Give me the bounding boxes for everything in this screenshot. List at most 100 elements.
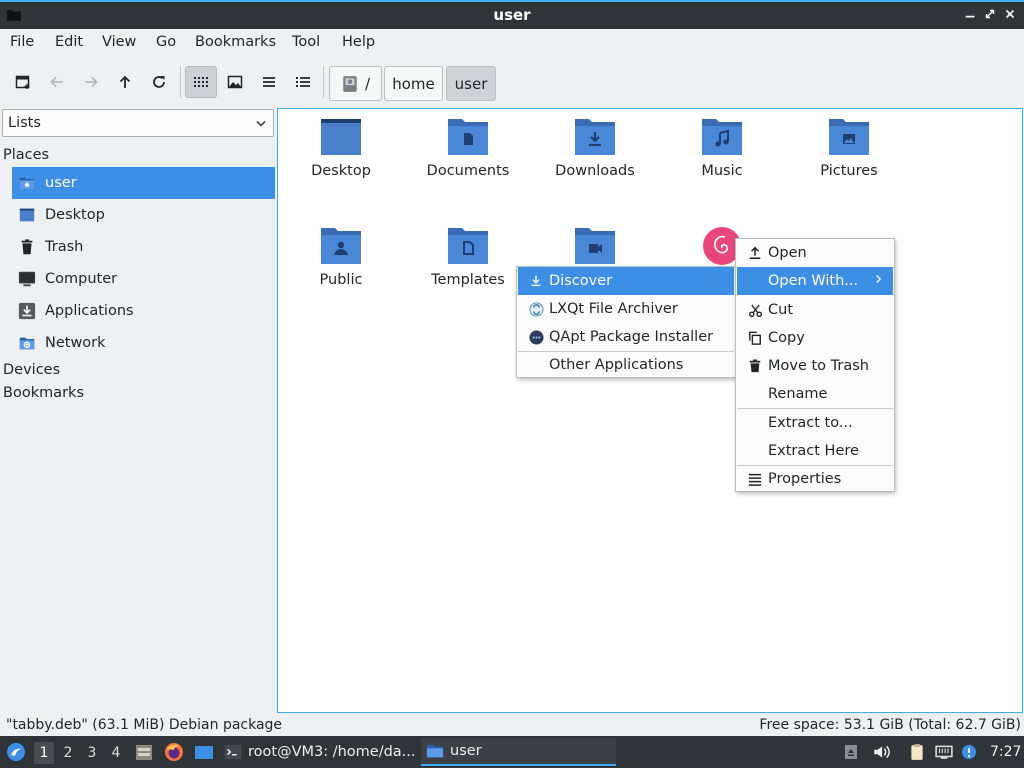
menu-tool[interactable]: Tool	[292, 34, 320, 50]
thumbnail-view-button[interactable]	[219, 66, 251, 98]
network-icon	[935, 745, 953, 759]
bookmarks-header[interactable]: Bookmarks	[3, 385, 84, 401]
eject-icon	[845, 745, 857, 759]
tray-clipboard[interactable]	[908, 736, 926, 768]
file-label: Templates	[431, 272, 505, 288]
app-qapt-package-installer[interactable]: QApt Package Installer	[518, 323, 734, 351]
download-icon	[528, 273, 544, 289]
sidebar-item-applications[interactable]: Applications	[12, 295, 275, 327]
file-item-public[interactable]: Public	[281, 226, 401, 288]
up-button[interactable]	[109, 66, 141, 98]
back-button[interactable]	[41, 66, 73, 98]
file-item-templates[interactable]: Templates	[408, 226, 528, 288]
breadcrumb-home[interactable]: home	[384, 66, 443, 101]
file-item-pictures[interactable]: Pictures	[789, 117, 909, 179]
downloads-folder-icon	[575, 117, 615, 157]
sidebar-item-computer[interactable]: Computer	[12, 263, 275, 295]
open-icon	[747, 245, 763, 261]
sidebar-item-trash[interactable]: Trash	[12, 231, 275, 263]
menu-bookmarks[interactable]: Bookmarks	[195, 34, 276, 50]
menu-item-label: QApt Package Installer	[549, 329, 714, 345]
start-menu-button[interactable]	[6, 736, 26, 768]
breadcrumb-user-label: user	[454, 74, 488, 93]
menu-file[interactable]: File	[10, 34, 34, 50]
tray-updates[interactable]	[961, 736, 977, 768]
desktop-icon	[195, 746, 213, 759]
menu-go[interactable]: Go	[156, 34, 176, 50]
file-label: Downloads	[555, 163, 635, 179]
menu-open[interactable]: Open	[737, 239, 893, 267]
tray-network[interactable]	[935, 736, 953, 768]
sidebar-view-select[interactable]: Lists	[2, 109, 274, 137]
desktop-4-button[interactable]: 4	[106, 742, 126, 764]
app-other-applications[interactable]: Other Applications	[518, 351, 734, 379]
menu-help[interactable]: Help	[342, 34, 375, 50]
show-desktop-button[interactable]	[194, 736, 214, 768]
close-icon	[1005, 9, 1015, 19]
file-cabinet-icon	[136, 745, 152, 760]
menu-copy[interactable]: Copy	[737, 324, 893, 352]
window-title: user	[493, 6, 531, 24]
breadcrumb-root[interactable]: /	[329, 66, 382, 101]
videos-folder-icon	[575, 226, 615, 266]
minimize-button[interactable]	[962, 7, 978, 23]
clock[interactable]: 7:27	[990, 736, 1021, 768]
file-item-documents[interactable]: Documents	[408, 117, 528, 179]
file-item-music[interactable]: Music	[662, 117, 782, 179]
detail-view-button[interactable]	[287, 66, 319, 98]
list-icon	[263, 77, 275, 87]
reload-button[interactable]	[143, 66, 175, 98]
sidebar-item-user[interactable]: user	[12, 167, 275, 199]
menu-extract-here[interactable]: Extract Here	[737, 437, 893, 465]
new-tab-button[interactable]	[7, 66, 39, 98]
firefox-icon	[165, 743, 183, 761]
task-file-manager[interactable]: user	[421, 738, 616, 766]
menu-extract-to[interactable]: Extract to...	[737, 409, 893, 437]
file-manager-launcher[interactable]	[134, 736, 154, 768]
task-terminal[interactable]: root@VM3: /home/da...	[224, 738, 419, 766]
icon-view-button[interactable]	[185, 66, 217, 98]
menu-cut[interactable]: Cut	[737, 296, 893, 324]
desktop-1-button[interactable]: 1	[34, 742, 54, 764]
menu-item-label: Copy	[768, 330, 805, 346]
close-button[interactable]	[1002, 7, 1018, 23]
menu-item-label: Cut	[768, 302, 793, 318]
new-window-icon	[15, 75, 30, 89]
arrow-up-icon	[119, 75, 131, 88]
menu-open-with[interactable]: Open With...	[737, 267, 893, 295]
selection-status: "tabby.deb" (63.1 MiB) Debian package	[6, 717, 283, 733]
forward-button[interactable]	[75, 66, 107, 98]
desktop-3-button[interactable]: 3	[82, 742, 102, 764]
maximize-button[interactable]	[982, 7, 998, 23]
menu-edit[interactable]: Edit	[55, 34, 83, 50]
detailed-list-icon	[296, 77, 310, 87]
sidebar-item-network[interactable]: Network	[12, 327, 275, 359]
places-header[interactable]: Places	[3, 147, 49, 163]
applications-icon	[17, 301, 37, 321]
sidebar-item-desktop[interactable]: Desktop	[12, 199, 275, 231]
minimize-icon	[965, 15, 975, 18]
menu-properties[interactable]: Properties	[737, 465, 893, 493]
compact-view-button[interactable]	[253, 66, 285, 98]
breadcrumb-root-label: /	[364, 74, 371, 93]
lxqt-logo-icon	[7, 743, 25, 761]
context-menu: Open Open With... Cut Copy Move to Trash…	[735, 238, 895, 492]
app-lxqt-file-archiver[interactable]: LXQt File Archiver	[518, 295, 734, 323]
file-item-desktop[interactable]: Desktop	[281, 117, 401, 179]
file-item-downloads[interactable]: Downloads	[535, 117, 655, 179]
menu-move-to-trash[interactable]: Move to Trash	[737, 352, 893, 380]
firefox-launcher[interactable]	[164, 736, 184, 768]
tray-volume[interactable]	[872, 736, 890, 768]
devices-header[interactable]: Devices	[3, 362, 60, 378]
app-discover[interactable]: Discover	[518, 267, 734, 295]
image-icon	[227, 75, 243, 89]
desktop-2-button[interactable]: 2	[58, 742, 78, 764]
breadcrumb-user[interactable]: user	[446, 66, 496, 101]
tray-removable-media[interactable]	[843, 736, 859, 768]
restore-icon	[985, 9, 995, 19]
menu-item-label: Properties	[768, 471, 842, 487]
file-view[interactable]: Desktop Documents Downloads Music Pictur…	[277, 108, 1023, 713]
menu-rename[interactable]: Rename	[737, 380, 893, 408]
menu-view[interactable]: View	[102, 34, 136, 50]
computer-icon	[17, 269, 37, 289]
